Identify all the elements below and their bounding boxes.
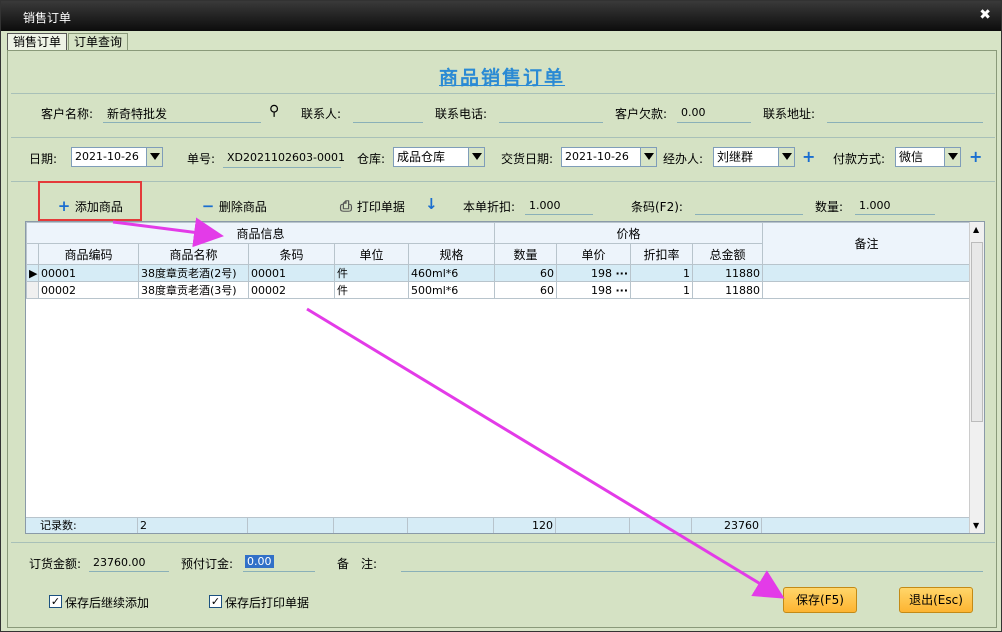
vertical-scrollbar[interactable]: ▲ ▼ xyxy=(969,222,984,533)
phone-field[interactable] xyxy=(499,122,603,123)
payment-select[interactable]: 微信 xyxy=(895,147,961,167)
tab-sales-order[interactable]: 销售订单 xyxy=(7,33,68,51)
payment-label: 付款方式: xyxy=(833,152,886,166)
print-button[interactable]: ⎙ 打印单据 xyxy=(339,197,405,215)
chevron-down-icon[interactable] xyxy=(778,148,794,166)
column-header-spec[interactable]: 规格 xyxy=(407,243,496,265)
column-header-unit[interactable]: 单位 xyxy=(334,243,409,265)
add-handler-icon[interactable]: + xyxy=(802,149,815,165)
date-picker[interactable]: 2021-10-26 xyxy=(71,147,163,167)
contact-field[interactable] xyxy=(353,122,423,123)
footer-amount-total: 23760 xyxy=(692,518,762,533)
scroll-thumb[interactable] xyxy=(971,242,983,422)
chevron-down-icon[interactable] xyxy=(146,148,162,166)
column-header-rate[interactable]: 折扣率 xyxy=(630,243,694,265)
sales-order-window: 销售订单 ✖ 销售订单 订单查询 商品销售订单 客户名称: 新奇特批发 ⚲ 联系… xyxy=(0,0,1002,632)
group-header-price: 价格 xyxy=(494,222,764,244)
close-icon[interactable]: ✖ xyxy=(979,7,991,23)
row-indicator-icon: ▶ xyxy=(26,264,39,282)
binoculars-icon[interactable]: ⚲ xyxy=(269,103,279,119)
address-field[interactable] xyxy=(827,122,983,123)
page-title: 商品销售订单 xyxy=(439,67,566,89)
handler-select[interactable]: 刘继群 xyxy=(713,147,795,167)
record-count-value: 2 xyxy=(138,518,248,533)
product-grid[interactable]: 商品信息 价格 备注 商品编码 商品名称 条码 单位 规格 数量 单价 折扣率 … xyxy=(25,221,985,534)
arrow-down-icon[interactable]: ↓ xyxy=(425,195,438,213)
group-header-product: 商品信息 xyxy=(25,222,496,244)
divider xyxy=(11,93,995,94)
plus-icon: + xyxy=(57,197,71,215)
add-payment-icon[interactable]: + xyxy=(969,149,982,165)
column-header-code[interactable]: 商品编码 xyxy=(38,243,139,265)
discount-label: 本单折扣: xyxy=(463,200,516,214)
column-header-barcode[interactable]: 条码 xyxy=(248,243,335,265)
deposit-input[interactable]: 0.00 xyxy=(245,555,274,568)
footer-qty-total: 120 xyxy=(494,518,556,533)
tab-order-query[interactable]: 订单查询 xyxy=(68,33,129,51)
print-after-save-checkbox[interactable]: ✓ xyxy=(209,595,222,608)
column-header-remark[interactable]: 备注 xyxy=(762,222,972,265)
chevron-down-icon[interactable] xyxy=(468,148,484,166)
print-after-save-label: 保存后打印单据 xyxy=(225,596,310,610)
chevron-down-icon[interactable] xyxy=(944,148,960,166)
delivery-date-picker[interactable]: 2021-10-26 xyxy=(561,147,657,167)
barcode-label: 条码(F2): xyxy=(631,200,683,214)
table-row[interactable]: ▶ 00001 38度章贡老酒(2号) 00001 件 460ml*6 60 1… xyxy=(26,264,972,282)
ellipsis-icon[interactable]: ··· xyxy=(616,267,629,280)
remark-label: 备 注: xyxy=(337,557,378,571)
qty-label: 数量: xyxy=(815,200,844,214)
chevron-down-icon[interactable] xyxy=(640,148,656,166)
record-count-label: 记录数: xyxy=(26,518,138,533)
order-number-value: XD2021102603-0001 xyxy=(227,151,345,164)
column-header-price[interactable]: 单价 xyxy=(556,243,632,265)
qty-value[interactable]: 1.000 xyxy=(859,199,891,212)
order-amount-label: 订货金额: xyxy=(29,557,82,571)
customer-name-value[interactable]: 新奇特批发 xyxy=(107,105,167,122)
discount-value[interactable]: 1.000 xyxy=(529,199,561,212)
window-title: 销售订单 xyxy=(23,11,72,25)
title-bar: 销售订单 ✖ xyxy=(1,1,1001,31)
grid-footer: 记录数: 2 120 23760 xyxy=(26,517,970,533)
exit-button[interactable]: 退出(Esc) xyxy=(899,587,973,613)
minus-icon: − xyxy=(201,197,215,215)
ellipsis-icon[interactable]: ··· xyxy=(616,284,629,297)
customer-name-label: 客户名称: xyxy=(41,107,94,121)
printer-icon: ⎙ xyxy=(339,197,352,215)
handler-label: 经办人: xyxy=(663,152,704,166)
column-header-total[interactable]: 总金额 xyxy=(692,243,764,265)
scroll-up-icon[interactable]: ▲ xyxy=(973,225,979,234)
add-product-button[interactable]: + 添加商品 xyxy=(57,197,123,215)
table-row[interactable]: 00002 38度章贡老酒(3号) 00002 件 500ml*6 60 198… xyxy=(26,281,972,299)
phone-label: 联系电话: xyxy=(435,107,488,121)
number-label: 单号: xyxy=(187,152,216,166)
column-header-qty[interactable]: 数量 xyxy=(494,243,558,265)
delivery-date-label: 交货日期: xyxy=(501,152,554,166)
continue-add-checkbox[interactable]: ✓ xyxy=(49,595,62,608)
date-label: 日期: xyxy=(29,152,58,166)
remark-field[interactable] xyxy=(401,571,983,572)
barcode-field[interactable] xyxy=(695,214,803,215)
address-label: 联系地址: xyxy=(763,107,816,121)
debt-value: 0.00 xyxy=(681,106,706,119)
contact-label: 联系人: xyxy=(301,107,342,121)
order-amount-value: 23760.00 xyxy=(93,556,146,569)
warehouse-select[interactable]: 成品仓库 xyxy=(393,147,485,167)
debt-label: 客户欠款: xyxy=(615,107,668,121)
continue-add-label: 保存后继续添加 xyxy=(65,596,150,610)
tab-bar: 销售订单 订单查询 xyxy=(7,33,129,51)
save-button[interactable]: 保存(F5) xyxy=(783,587,857,613)
column-header-name[interactable]: 商品名称 xyxy=(138,243,249,265)
deposit-label: 预付订金: xyxy=(181,557,234,571)
scroll-down-icon[interactable]: ▼ xyxy=(973,521,979,530)
warehouse-label: 仓库: xyxy=(357,152,386,166)
delete-product-button[interactable]: − 删除商品 xyxy=(201,197,267,215)
